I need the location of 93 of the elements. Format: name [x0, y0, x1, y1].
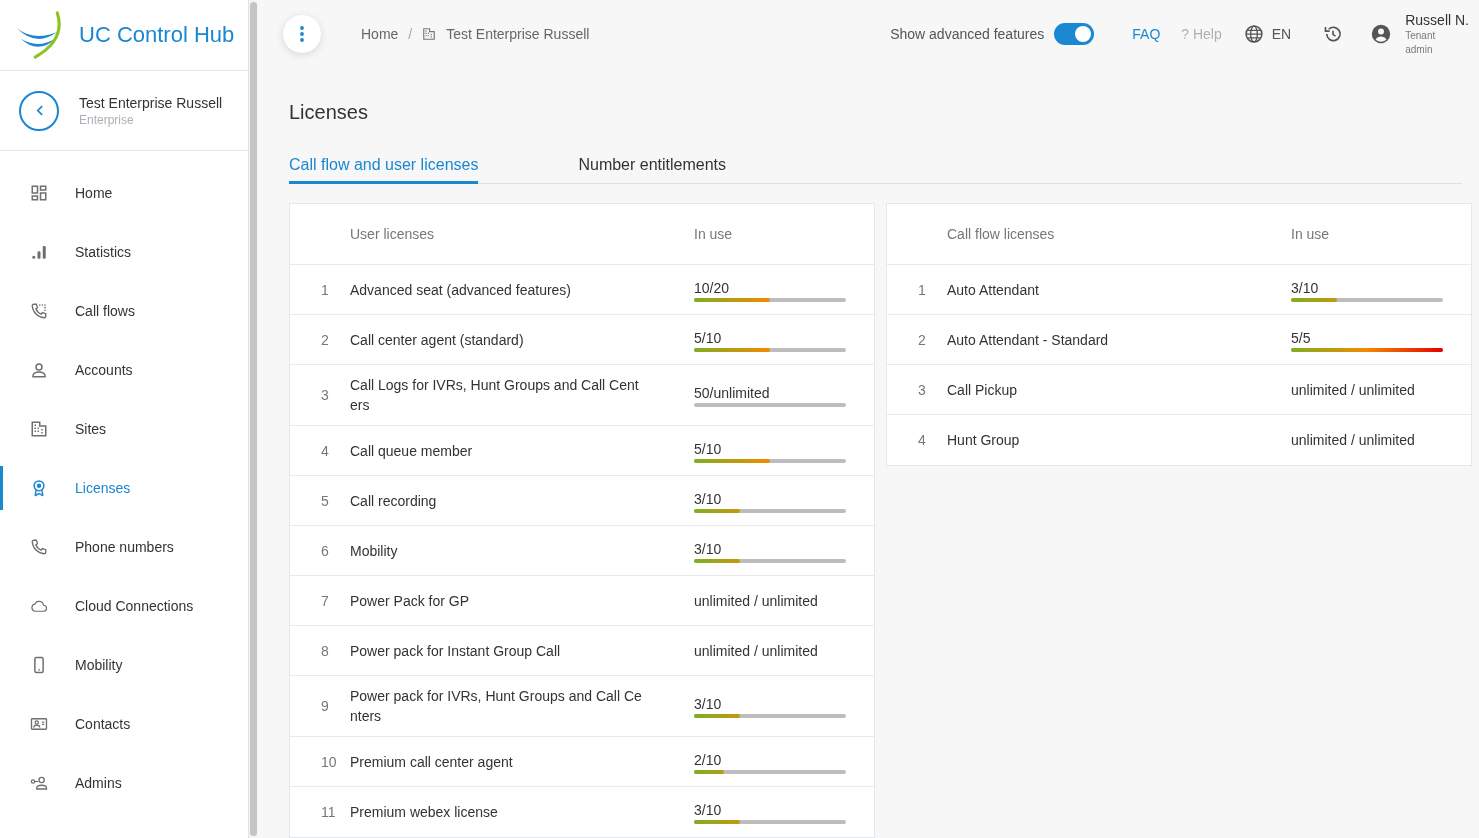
row-number: 3 [320, 386, 329, 405]
column-header: User licenses [350, 225, 436, 244]
grid-icon [30, 184, 48, 202]
usage-value: 3/10 [694, 801, 722, 820]
row-number: 1 [917, 280, 926, 300]
usage-value: 2/10 [694, 750, 722, 770]
nav-item[interactable]: Phone numbers [0, 525, 248, 569]
license-name: Power Pack for GP [350, 591, 471, 611]
nav-item[interactable]: Mobility [0, 643, 248, 687]
license-name: Call Logs for IVRs, Hunt Groups and Call Centers [350, 376, 640, 415]
signal-bars-icon [30, 243, 48, 261]
row-number: 10 [320, 752, 337, 772]
column-header: In use [1291, 225, 1331, 244]
usage-value: 3/10 [1291, 278, 1319, 298]
contact-card-icon [30, 715, 48, 733]
usage-value: unlimited / unlimited [694, 591, 818, 611]
page-title: Licenses [289, 100, 368, 124]
row-number: 2 [320, 330, 329, 350]
nav-item[interactable]: Call flows [0, 289, 248, 333]
nav-item[interactable]: Sites [0, 407, 248, 451]
nav-item[interactable]: Cloud Connections [0, 584, 248, 628]
usage-value: 3/10 [694, 695, 722, 714]
user-name: Russell N. [1405, 11, 1469, 29]
breadcrumb-link[interactable]: Test Enterprise Russell [446, 26, 590, 42]
license-name: Power pack for Instant Group Call [350, 641, 562, 661]
enterprise-type: Enterprise [79, 111, 134, 128]
usage-value: 5/10 [694, 439, 722, 459]
usage-value: 50/unlimited [694, 384, 770, 403]
usage-value: 3/10 [694, 539, 722, 559]
license-name: Hunt Group [947, 431, 1021, 450]
building-icon [30, 420, 48, 438]
license-name: Power pack for IVRs, Hunt Groups and Call Centers [350, 687, 643, 726]
column-header: In use [694, 225, 734, 244]
license-name: Call queue member [350, 441, 474, 461]
more-button[interactable] [283, 15, 321, 53]
row-number: 5 [320, 491, 329, 511]
usage-value: 5/5 [1291, 328, 1311, 348]
license-name: Auto Attendant [947, 280, 1040, 300]
usage-value: 10/20 [694, 278, 730, 298]
usage-value: unlimited / unlimited [1291, 431, 1415, 450]
license-name: Call center agent (standard) [350, 330, 525, 350]
usage-value: 5/10 [694, 328, 722, 348]
license-name: Premium webex license [350, 803, 499, 822]
user-role: Tenant admin [1405, 29, 1437, 57]
enterprise-name: Test Enterprise Russell [79, 93, 223, 112]
row-number: 6 [320, 541, 329, 561]
usage-value: 3/10 [694, 489, 722, 509]
globe-icon [1243, 24, 1264, 44]
breadcrumb-link[interactable]: Home [361, 26, 399, 42]
award-icon [30, 479, 48, 497]
nav-item[interactable]: Statistics [0, 230, 248, 274]
usage-value: unlimited / unlimited [694, 641, 818, 661]
license-name: Auto Attendant - Standard [947, 330, 1110, 350]
license-name: Mobility [350, 541, 399, 561]
chevron-left-icon [35, 105, 43, 116]
toggle-switch[interactable] [1054, 23, 1095, 45]
usage-value: unlimited / unlimited [1291, 380, 1415, 400]
tab[interactable]: Call flow and user licenses [289, 146, 479, 184]
faq-link[interactable]: FAQ [1132, 26, 1161, 42]
vertical-dots-icon [300, 26, 304, 42]
row-number: 9 [320, 697, 329, 716]
language-button[interactable]: EN [1243, 24, 1292, 44]
row-number: 4 [917, 431, 926, 450]
brand-name: UC Control Hub [79, 22, 235, 48]
nav-item[interactable]: Accounts [0, 348, 248, 392]
breadcrumb-separator: / [408, 26, 413, 42]
history-icon[interactable] [1323, 24, 1344, 44]
account-circle-icon[interactable] [1371, 24, 1392, 44]
license-name: Call Pickup [947, 380, 1019, 400]
row-number: 1 [320, 280, 329, 300]
license-name: Call recording [350, 491, 438, 511]
tab[interactable]: Number entitlements [578, 146, 727, 184]
scrollbar-thumb[interactable] [250, 2, 257, 836]
nav-item[interactable]: Admins [0, 761, 248, 805]
back-button[interactable] [19, 90, 59, 131]
person-icon [30, 361, 48, 379]
nav-item[interactable]: Contacts [0, 702, 248, 746]
toggle-label: Show advanced features [890, 26, 1045, 42]
phone-icon [30, 538, 48, 556]
row-number: 2 [917, 330, 926, 350]
row-number: 3 [917, 380, 926, 400]
phone-dots-icon [30, 302, 48, 320]
row-number: 11 [320, 803, 336, 822]
license-name: Advanced seat (advanced features) [350, 280, 573, 300]
column-header: Call flow licenses [947, 225, 1056, 244]
building-icon [422, 27, 437, 41]
person-key-icon [30, 774, 48, 792]
row-number: 7 [320, 591, 329, 611]
nav-item[interactable]: Home [0, 171, 248, 215]
row-number: 8 [320, 641, 329, 661]
nav-item[interactable]: Licenses [0, 466, 248, 510]
license-name: Premium call center agent [350, 752, 514, 772]
row-number: 4 [320, 441, 329, 461]
